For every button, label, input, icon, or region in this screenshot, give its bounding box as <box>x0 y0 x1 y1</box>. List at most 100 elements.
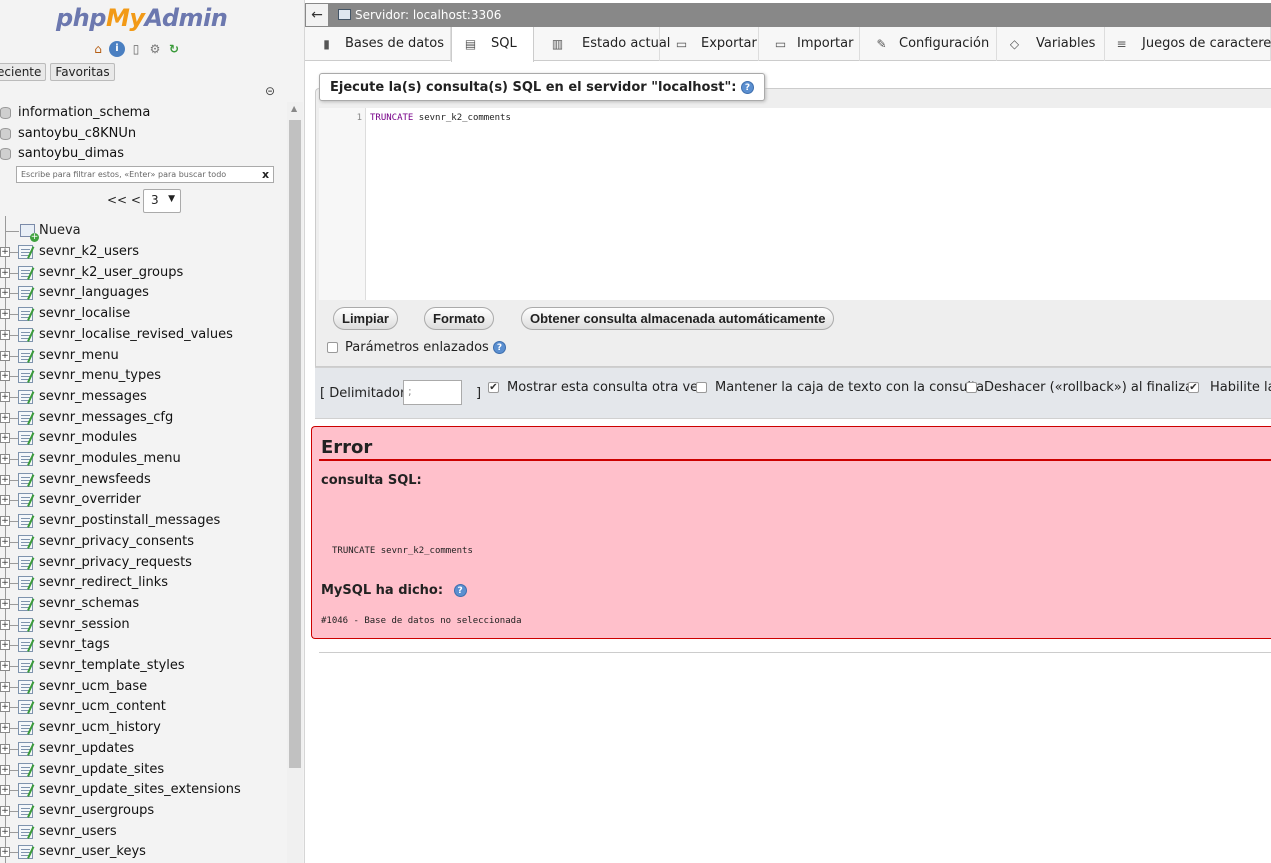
expand-icon[interactable]: + <box>0 412 10 423</box>
expand-icon[interactable]: + <box>0 329 10 340</box>
tab-exportar[interactable]: ▭ Exportar <box>660 27 759 61</box>
expand-icon[interactable]: + <box>0 433 10 444</box>
table-icon[interactable] <box>18 845 33 860</box>
expand-icon[interactable]: + <box>0 785 10 796</box>
tab-importar[interactable]: ▭ Importar <box>759 27 860 61</box>
expand-icon[interactable]: + <box>0 536 10 547</box>
expand-icon[interactable]: + <box>0 350 10 361</box>
tab-configuración[interactable]: ✎ Configuración <box>860 27 997 61</box>
table-icon[interactable] <box>18 783 33 798</box>
expand-icon[interactable]: + <box>0 743 10 754</box>
link-collapse-icon[interactable]: ⊝ <box>265 84 275 98</box>
table-icon[interactable] <box>18 245 33 259</box>
tab-recent[interactable]: eciente <box>0 63 47 81</box>
expand-icon[interactable]: + <box>0 723 10 734</box>
table-icon[interactable] <box>18 700 33 715</box>
tab-variables[interactable]: ◇ Variables <box>997 27 1105 61</box>
scroll-up-icon[interactable]: ▲ <box>291 104 297 113</box>
pager-prev-link[interactable]: << < <box>107 193 141 207</box>
expand-icon[interactable]: + <box>0 391 10 402</box>
expand-icon[interactable]: + <box>0 578 10 589</box>
reload-icon[interactable]: ↻ <box>166 41 182 57</box>
table-icon[interactable] <box>18 824 33 839</box>
expand-icon[interactable]: + <box>0 288 10 299</box>
table-icon[interactable] <box>18 803 33 818</box>
expand-icon[interactable]: + <box>0 826 10 837</box>
help-icon[interactable]: ? <box>740 81 754 94</box>
clear-button[interactable]: Limpiar <box>333 307 398 330</box>
table-icon[interactable] <box>18 307 33 322</box>
keep-textbox-checkbox[interactable] <box>696 382 707 393</box>
format-button[interactable]: Formato <box>424 307 494 330</box>
collapse-nav-button[interactable]: ← <box>306 4 328 26</box>
expand-icon[interactable]: + <box>0 474 10 485</box>
home-icon[interactable]: ⌂ <box>90 41 106 57</box>
rollback-checkbox[interactable] <box>966 382 977 393</box>
get-stored-query-button[interactable]: Obtener consulta almacenada automáticame… <box>521 307 835 330</box>
expand-icon[interactable]: + <box>0 454 10 464</box>
expand-icon[interactable]: + <box>0 640 10 651</box>
expand-icon[interactable]: + <box>0 516 10 527</box>
table-icon[interactable] <box>18 534 33 549</box>
table-icon[interactable] <box>18 617 33 632</box>
show-query-checkbox[interactable]: ✔ <box>488 382 499 393</box>
nav-scrollbar[interactable]: ▲ <box>287 102 303 863</box>
gear-icon[interactable]: ⚙ <box>147 41 163 57</box>
page-select[interactable]: 3 ▼ <box>143 189 181 213</box>
table-icon[interactable] <box>18 410 33 425</box>
table-icon[interactable] <box>18 741 33 756</box>
expand-icon[interactable]: + <box>0 847 10 858</box>
help-icon[interactable]: ? <box>492 341 506 354</box>
server-breadcrumb[interactable]: Servidor: localhost:3306 <box>355 3 501 27</box>
tab-estado-actual[interactable]: ▥ Estado actual <box>534 27 670 61</box>
table-icon[interactable] <box>18 348 33 363</box>
expand-icon[interactable]: + <box>0 495 10 506</box>
phpmyadmin-logo[interactable]: phpMyAdmin <box>56 4 228 32</box>
table-icon[interactable] <box>18 327 33 342</box>
table-icon[interactable] <box>18 493 33 508</box>
table-icon[interactable] <box>18 514 33 529</box>
table-icon[interactable] <box>18 638 33 653</box>
scrollbar-thumb[interactable] <box>289 120 301 768</box>
table-icon[interactable] <box>18 286 33 301</box>
bind-params-checkbox[interactable] <box>327 342 338 353</box>
table-icon[interactable] <box>18 679 33 694</box>
enable-checkbox[interactable]: ✔ <box>1188 382 1199 393</box>
expand-icon[interactable]: + <box>0 557 10 568</box>
expand-icon[interactable]: + <box>0 267 10 278</box>
tab-favorites[interactable]: Favoritas <box>50 63 115 81</box>
help-icon[interactable]: ? <box>453 584 467 597</box>
tab-bases-de-datos[interactable]: ▮ Bases de datos <box>305 27 451 61</box>
table-icon[interactable] <box>18 452 33 466</box>
table-icon[interactable] <box>18 659 33 673</box>
table-icon[interactable] <box>18 721 33 736</box>
expand-icon[interactable]: + <box>0 764 10 775</box>
expand-icon[interactable]: + <box>0 247 10 257</box>
tab-sql[interactable]: ▤ SQL <box>451 27 534 62</box>
table-icon[interactable] <box>18 431 33 446</box>
expand-icon[interactable]: + <box>0 661 10 671</box>
documentation-icon[interactable]: ▯ <box>128 41 144 57</box>
delimiter-input[interactable]: ; <box>403 380 462 405</box>
table-icon[interactable] <box>18 472 33 487</box>
expand-icon[interactable]: + <box>0 598 10 609</box>
expand-icon[interactable]: + <box>0 619 10 630</box>
table-icon[interactable] <box>18 596 33 611</box>
table-icon[interactable] <box>18 265 33 280</box>
info-icon[interactable]: i <box>109 41 125 57</box>
tab-juegos-de-caracteres[interactable]: ≡ Juegos de caracteres <box>1105 27 1271 61</box>
table-icon[interactable] <box>18 555 33 570</box>
expand-icon[interactable]: + <box>0 371 10 382</box>
expand-icon[interactable]: + <box>0 309 10 320</box>
sql-code[interactable]: TRUNCATE sevnr_k2_comments <box>370 113 511 123</box>
sql-editor[interactable]: 1 TRUNCATE sevnr_k2_comments <box>319 108 1271 300</box>
table-filter-input[interactable]: Escribe para filtrar estos, «Enter» para… <box>16 166 274 183</box>
expand-icon[interactable]: + <box>0 681 10 692</box>
table-icon[interactable] <box>18 576 33 591</box>
expand-icon[interactable]: + <box>0 702 10 713</box>
table-icon[interactable] <box>18 762 33 777</box>
table-icon[interactable] <box>18 369 33 384</box>
table-icon[interactable] <box>18 389 33 404</box>
filter-clear-button[interactable]: x <box>262 168 269 181</box>
expand-icon[interactable]: + <box>0 805 10 816</box>
